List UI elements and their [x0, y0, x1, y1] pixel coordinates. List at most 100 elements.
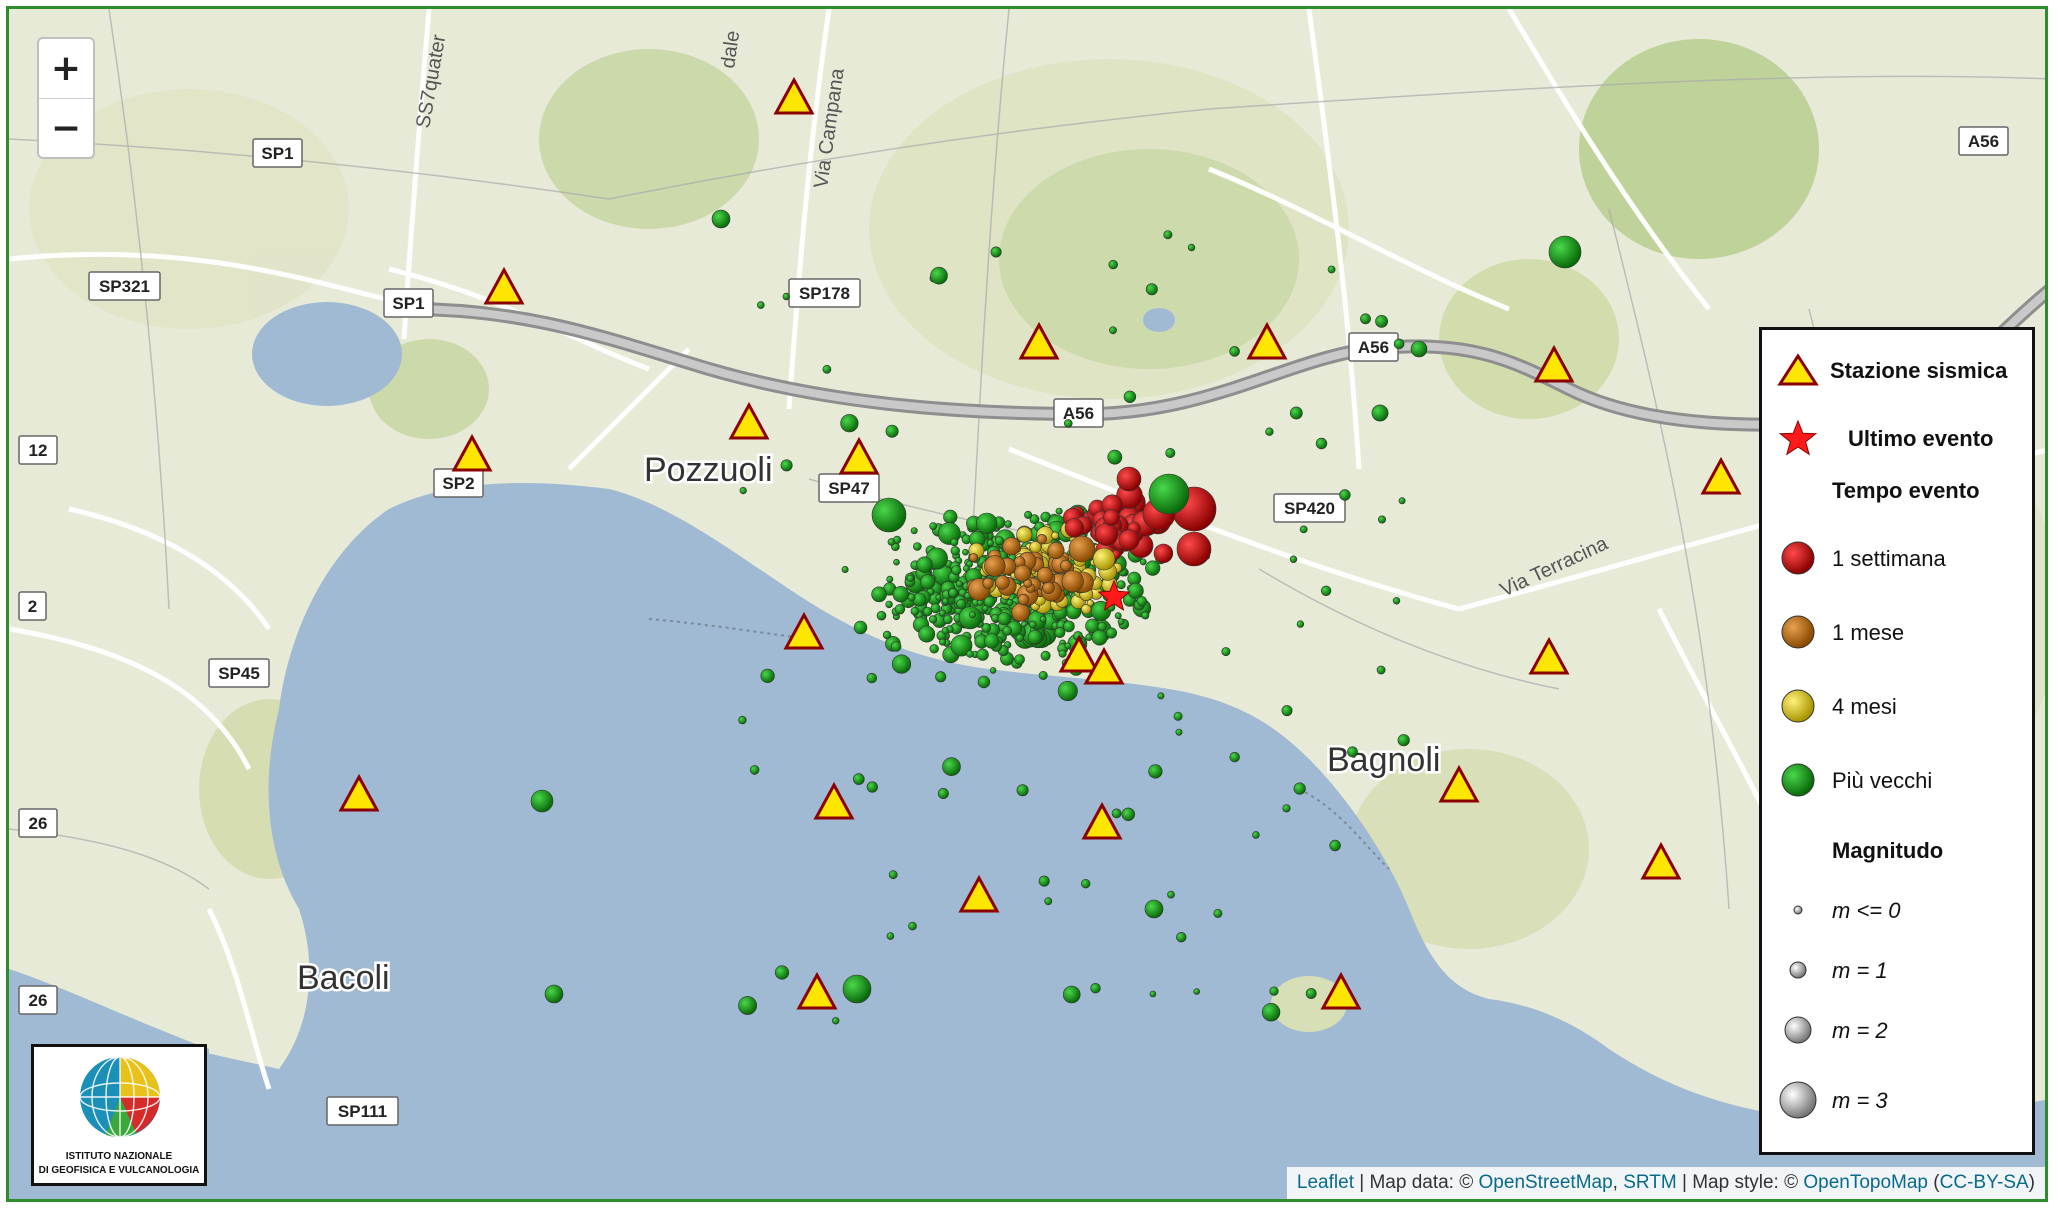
- event-older[interactable]: [977, 675, 991, 689]
- event-older[interactable]: [1175, 728, 1183, 736]
- event-older[interactable]: [760, 668, 775, 684]
- event-older[interactable]: [1410, 340, 1428, 358]
- event-older[interactable]: [1167, 890, 1175, 899]
- event-older[interactable]: [1063, 620, 1075, 633]
- event-older[interactable]: [888, 870, 898, 880]
- event-older[interactable]: [886, 932, 895, 940]
- event-older[interactable]: [1038, 670, 1048, 680]
- event-older[interactable]: [1229, 346, 1240, 357]
- event-older[interactable]: [1123, 390, 1137, 403]
- event-older[interactable]: [890, 641, 902, 652]
- event-older[interactable]: [893, 558, 900, 566]
- event-4-months[interactable]: [1092, 547, 1116, 571]
- event-older[interactable]: [1299, 525, 1308, 534]
- event-older[interactable]: [938, 609, 946, 617]
- event-older[interactable]: [935, 671, 947, 683]
- event-older[interactable]: [1393, 338, 1405, 350]
- event-older[interactable]: [840, 414, 859, 433]
- event-older[interactable]: [984, 633, 1000, 649]
- event-1-week[interactable]: [1176, 531, 1212, 567]
- event-older[interactable]: [968, 611, 976, 619]
- event-older[interactable]: [1289, 555, 1298, 563]
- event-older[interactable]: [1148, 764, 1163, 779]
- event-older[interactable]: [1329, 839, 1341, 852]
- event-1-month[interactable]: [1017, 593, 1030, 606]
- event-older[interactable]: [997, 612, 1011, 626]
- event-older[interactable]: [866, 672, 877, 684]
- event-older[interactable]: [756, 301, 765, 309]
- event-1-month[interactable]: [984, 555, 1006, 577]
- event-older[interactable]: [871, 586, 887, 603]
- event-older[interactable]: [1116, 580, 1126, 590]
- event-older[interactable]: [943, 614, 953, 625]
- event-older[interactable]: [1269, 986, 1279, 996]
- event-older[interactable]: [886, 575, 894, 583]
- event-older[interactable]: [885, 600, 893, 609]
- event-older[interactable]: [951, 565, 962, 576]
- event-1-month[interactable]: [1036, 533, 1048, 545]
- event-older[interactable]: [1376, 665, 1386, 675]
- event-older[interactable]: [1038, 875, 1050, 887]
- event-older[interactable]: [928, 615, 938, 624]
- event-older[interactable]: [976, 648, 989, 661]
- event-older[interactable]: [1398, 497, 1406, 505]
- event-older[interactable]: [1097, 621, 1107, 632]
- event-older[interactable]: [1091, 629, 1108, 646]
- event-1-week[interactable]: [1116, 466, 1142, 492]
- event-older[interactable]: [780, 459, 793, 472]
- license-link[interactable]: CC-BY-SA: [1940, 1172, 2029, 1194]
- event-older[interactable]: [1141, 611, 1150, 620]
- event-older[interactable]: [976, 512, 998, 535]
- leaflet-link[interactable]: Leaflet: [1297, 1172, 1354, 1194]
- event-older[interactable]: [948, 587, 958, 598]
- event-1-month[interactable]: [1047, 541, 1065, 559]
- event-older[interactable]: [1107, 449, 1123, 465]
- event-1-week[interactable]: [1118, 529, 1140, 551]
- event-older[interactable]: [1252, 831, 1260, 839]
- osm-link[interactable]: OpenStreetMap: [1479, 1172, 1613, 1194]
- event-older[interactable]: [1014, 654, 1025, 665]
- event-older[interactable]: [1282, 804, 1291, 813]
- event-older[interactable]: [966, 650, 974, 658]
- event-older[interactable]: [950, 538, 959, 547]
- event-older[interactable]: [1193, 988, 1200, 995]
- event-older[interactable]: [1378, 515, 1387, 524]
- event-older[interactable]: [831, 1017, 840, 1025]
- event-older[interactable]: [1320, 585, 1332, 596]
- event-older[interactable]: [958, 606, 982, 630]
- event-older[interactable]: [1057, 680, 1078, 701]
- event-older[interactable]: [1044, 897, 1053, 906]
- event-older[interactable]: [906, 574, 914, 582]
- event-older[interactable]: [1064, 419, 1073, 428]
- event-older[interactable]: [941, 597, 949, 605]
- event-older[interactable]: [922, 606, 933, 617]
- event-1-month[interactable]: [1014, 564, 1031, 582]
- event-older[interactable]: [1058, 649, 1067, 658]
- event-older[interactable]: [1027, 629, 1043, 645]
- event-older[interactable]: [1229, 751, 1240, 763]
- event-older[interactable]: [1002, 625, 1013, 636]
- event-older[interactable]: [990, 246, 1002, 258]
- event-older[interactable]: [930, 603, 941, 614]
- event-older[interactable]: [908, 921, 917, 931]
- event-older[interactable]: [943, 509, 958, 525]
- event-older[interactable]: [1261, 1002, 1281, 1022]
- event-older[interactable]: [1106, 627, 1118, 639]
- event-older[interactable]: [910, 606, 920, 616]
- event-older[interactable]: [1117, 618, 1125, 625]
- event-older[interactable]: [942, 757, 961, 777]
- event-older[interactable]: [1024, 510, 1033, 519]
- event-older[interactable]: [887, 538, 896, 546]
- event-older[interactable]: [822, 364, 832, 374]
- event-older[interactable]: [876, 610, 887, 621]
- event-older[interactable]: [1136, 596, 1148, 607]
- event-older[interactable]: [882, 630, 892, 640]
- event-older[interactable]: [1145, 283, 1158, 296]
- event-older[interactable]: [918, 625, 936, 643]
- event-older[interactable]: [871, 497, 907, 533]
- event-4-months[interactable]: [1086, 599, 1094, 607]
- event-older[interactable]: [1281, 705, 1293, 717]
- event-older[interactable]: [1213, 908, 1223, 918]
- event-older[interactable]: [981, 605, 989, 612]
- event-older[interactable]: [939, 638, 947, 646]
